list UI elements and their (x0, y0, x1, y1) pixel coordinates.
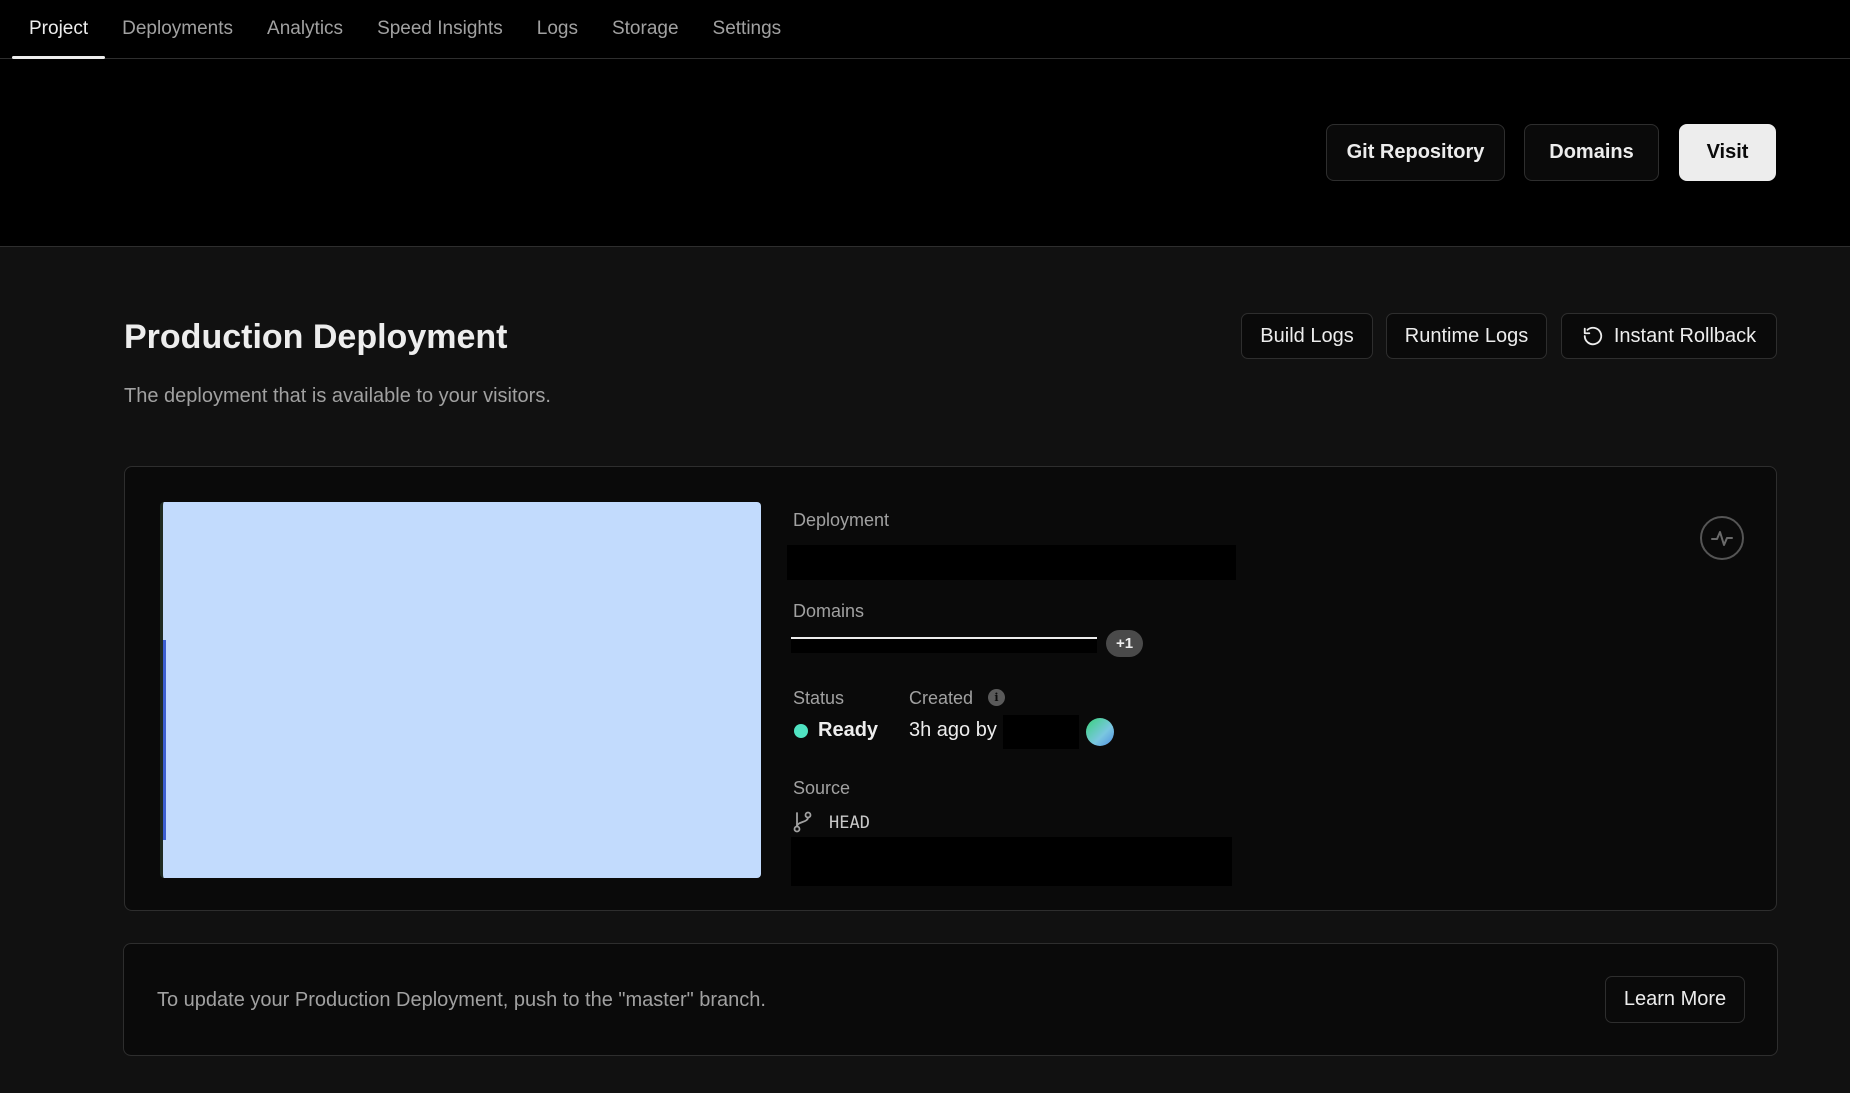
build-logs-label: Build Logs (1260, 324, 1354, 347)
tab-deployments[interactable]: Deployments (105, 0, 250, 58)
project-header: Git Repository Domains Visit (0, 59, 1850, 247)
tab-analytics[interactable]: Analytics (250, 0, 360, 58)
status-label: Status (793, 688, 845, 708)
tab-logs[interactable]: Logs (520, 0, 595, 58)
deployment-preview[interactable] (160, 502, 761, 878)
rollback-icon (1582, 325, 1604, 347)
top-nav: Project Deployments Analytics Speed Insi… (0, 0, 1850, 59)
tab-settings[interactable]: Settings (696, 0, 799, 58)
created-value: 3h ago by (909, 719, 997, 741)
status-value: Ready (818, 719, 879, 741)
activity-icon[interactable] (1700, 516, 1744, 560)
domains-button[interactable]: Domains (1524, 124, 1659, 181)
deployment-label: Deployment (793, 510, 890, 530)
git-branch-icon (793, 811, 813, 833)
tab-storage[interactable]: Storage (595, 0, 696, 58)
tab-speed-insights[interactable]: Speed Insights (360, 0, 520, 58)
runtime-logs-button[interactable]: Runtime Logs (1386, 313, 1547, 359)
visit-button[interactable]: Visit (1679, 124, 1776, 181)
domains-extra-badge[interactable]: +1 (1106, 630, 1144, 657)
update-banner: To update your Production Deployment, pu… (123, 943, 1778, 1056)
commit-message-redacted[interactable] (791, 837, 1232, 886)
avatar[interactable] (1086, 718, 1114, 746)
tab-project[interactable]: Project (12, 0, 106, 59)
runtime-logs-label: Runtime Logs (1404, 324, 1529, 347)
domain-link-redacted[interactable] (791, 637, 1097, 653)
instant-rollback-label: Instant Rollback (1613, 324, 1757, 347)
deployment-url-redacted[interactable] (787, 545, 1236, 580)
domains-label: Domains (793, 601, 865, 621)
build-logs-button[interactable]: Build Logs (1241, 313, 1373, 359)
source-branch[interactable]: HEAD (829, 813, 870, 833)
learn-more-button[interactable]: Learn More (1605, 976, 1745, 1023)
page-title: Production Deployment (124, 318, 508, 356)
preview-edge (163, 640, 166, 840)
source-label: Source (793, 778, 851, 798)
page-subtitle: The deployment that is available to your… (124, 385, 551, 407)
status-dot (794, 724, 808, 738)
git-repository-button[interactable]: Git Repository (1326, 124, 1505, 181)
author-name-redacted[interactable] (1003, 715, 1079, 749)
info-icon[interactable]: i (988, 689, 1005, 706)
created-label: Created (909, 688, 974, 708)
instant-rollback-button[interactable]: Instant Rollback (1561, 313, 1777, 359)
deployment-card: Deployment Domains +1 Status Ready Creat… (124, 466, 1777, 911)
banner-text: To update your Production Deployment, pu… (157, 989, 766, 1011)
